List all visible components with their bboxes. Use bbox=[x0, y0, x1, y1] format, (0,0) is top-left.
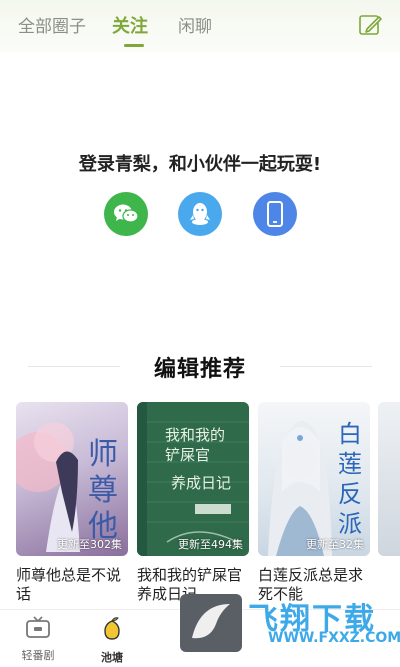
tab-chat[interactable]: 闲聊 bbox=[178, 12, 212, 37]
book-card[interactable]: 师 尊 他 更新至302集 师尊他总是不说话 bbox=[16, 402, 128, 604]
phone-login-button[interactable] bbox=[253, 192, 297, 236]
wechat-login-button[interactable] bbox=[104, 192, 148, 236]
svg-text:师: 师 bbox=[88, 437, 118, 472]
svg-text:派: 派 bbox=[338, 510, 362, 538]
svg-text:尊: 尊 bbox=[88, 473, 118, 508]
tv-icon bbox=[26, 616, 50, 638]
svg-text:我和我的: 我和我的 bbox=[165, 426, 225, 444]
book-cover: 白 莲 反 派 更新至32集 bbox=[258, 402, 370, 556]
watermark-url: WWW.FXXZ.COM bbox=[268, 630, 400, 646]
book-card[interactable]: 白 莲 反 派 更新至32集 白莲反派总是求死不能 bbox=[258, 402, 370, 604]
pear-icon bbox=[104, 617, 120, 640]
tab-all-circles[interactable]: 全部圈子 bbox=[18, 12, 86, 37]
book-cover: 我和我的 铲屎官 养成日记 更新至494集 bbox=[137, 402, 249, 556]
book-card[interactable] bbox=[378, 402, 400, 556]
cover-art: 白 莲 反 派 bbox=[268, 420, 362, 556]
book-cover: 师 尊 他 更新至302集 bbox=[16, 402, 128, 556]
qq-penguin-icon bbox=[190, 203, 210, 225]
cover-art: 师 尊 他 bbox=[16, 422, 118, 552]
svg-text:白: 白 bbox=[338, 420, 362, 448]
active-tab-indicator bbox=[124, 44, 144, 47]
login-prompt: 登录青梨，和小伙伴一起玩耍! bbox=[78, 154, 322, 175]
wechat-icon bbox=[114, 204, 139, 223]
compose-icon[interactable] bbox=[358, 12, 384, 38]
book-cover bbox=[378, 402, 400, 556]
svg-text:反: 反 bbox=[338, 480, 362, 508]
nav-item-anime[interactable]: 轻番剧 bbox=[8, 616, 68, 663]
svg-text:铲屎官: 铲屎官 bbox=[165, 446, 210, 464]
nav-item-pond[interactable]: 池塘 bbox=[82, 616, 142, 665]
cover-art: 我和我的 铲屎官 养成日记 bbox=[137, 402, 249, 556]
tab-following[interactable]: 关注 bbox=[112, 12, 148, 38]
book-title: 师尊他总是不说话 bbox=[16, 566, 122, 603]
top-tab-bar: 全部圈子 关注 闲聊 bbox=[0, 0, 400, 52]
book-card[interactable]: 我和我的 铲屎官 养成日记 更新至494集 我和我的铲屎官养成日记 bbox=[137, 402, 249, 604]
svg-text:莲: 莲 bbox=[338, 450, 362, 478]
update-status: 更新至302集 bbox=[57, 538, 122, 551]
nav-label: 轻番剧 bbox=[21, 649, 55, 662]
qq-login-button[interactable] bbox=[178, 192, 222, 236]
update-status: 更新至494集 bbox=[178, 538, 243, 551]
svg-text:养成日记: 养成日记 bbox=[171, 474, 231, 492]
nav-label: 池塘 bbox=[101, 651, 123, 664]
section-title: 编辑推荐 bbox=[153, 357, 246, 382]
update-status: 更新至32集 bbox=[306, 538, 364, 551]
phone-icon bbox=[267, 201, 283, 227]
